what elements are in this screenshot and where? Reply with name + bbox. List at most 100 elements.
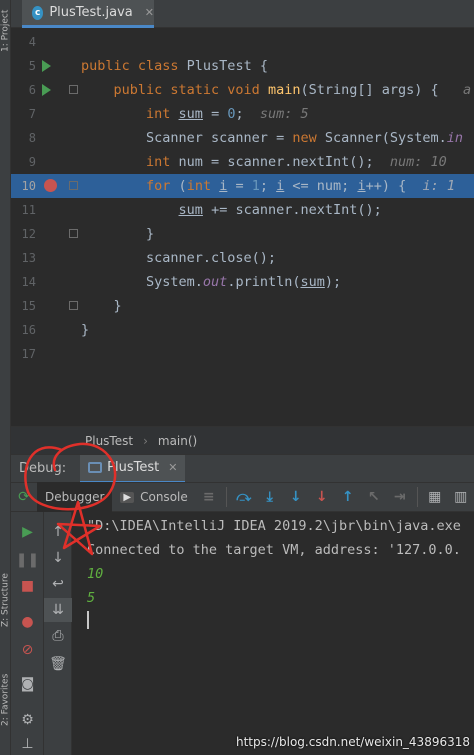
console-icon: ▶ [120,491,135,503]
fold-icon[interactable] [69,181,78,190]
structure-tool-tab[interactable]: Z: Structure [0,560,11,640]
watermark: https://blog.csdn.net/weixin_43896318 [235,735,470,749]
line-number: 10 [21,179,36,193]
fold-icon[interactable] [69,301,78,310]
breakpoint-icon[interactable] [44,179,57,192]
console-user-input: 5 [87,590,96,606]
java-class-icon: c [32,5,44,20]
pin-icon[interactable]: ⊥ [11,732,44,755]
line-number: 4 [28,35,36,49]
favorites-tool-tab[interactable]: 2: Favorites [0,660,11,740]
line-number: 6 [28,83,36,97]
code-text: System.out.println(sum); [81,274,342,290]
step-out-icon[interactable]: ↑ [335,484,361,510]
editor-tab-bar: c PlusTest.java ✕ [11,0,474,28]
chevron-right-icon: › [143,433,148,448]
fold-icon[interactable] [69,85,78,94]
code-line: 8 Scanner scanner = new Scanner(System.i… [11,126,474,150]
code-text: sum += scanner.nextInt(); [178,202,382,218]
tab-debugger[interactable]: Debugger [37,482,113,512]
pause-icon[interactable]: ❚❚ [11,548,44,572]
evaluate-expression-icon[interactable]: ▦ [422,484,448,510]
debugger-tab-label: Debugger [45,490,105,504]
toolbar-separator [225,487,227,507]
code-line: 9 int num = scanner.nextInt(); num: 10 [11,150,474,174]
menu-icon[interactable]: ≡ [196,484,222,510]
debug-actions-bar: ▶ ❚❚ ■ ● ⊘ ◙ ⚙ ⊥ [11,512,44,755]
resume-icon[interactable]: ▶ [11,520,44,544]
trash-icon[interactable]: 🗑 [44,652,72,676]
line-number: 13 [21,251,36,265]
view-breakpoints-icon[interactable]: ● [11,610,44,634]
down-icon[interactable]: ↓ [44,546,72,570]
up-icon[interactable]: ↑ [44,520,72,544]
debug-label: Debug: [19,461,67,476]
code-line: 17 [11,342,474,366]
mute-breakpoints-icon[interactable]: ⊘ [11,638,44,662]
line-number: 16 [21,323,36,337]
step-over-icon[interactable]: ⤓ [257,484,283,510]
step-into-icon[interactable]: ↓ [283,484,309,510]
code-line: 15 } [11,294,474,318]
run-class-icon[interactable] [42,60,51,72]
line-number: 5 [28,59,36,73]
show-execution-point-icon[interactable]: ⤼ [231,484,257,510]
code-text: } [81,226,155,242]
print-icon[interactable]: ⎙ [44,624,72,648]
code-line: 6 public static void main(String[] args)… [11,78,474,102]
line-number: 7 [28,107,36,121]
inline-hint: a [463,82,472,98]
console-line: Connected to the target VM, address: '12… [87,542,461,558]
line-number: 8 [28,131,36,145]
debug-session-tab[interactable]: PlusTest ✕ [80,454,186,483]
line-number: 17 [21,347,36,361]
debug-session-icon [88,462,103,473]
gear-icon[interactable]: ⚙ [11,708,44,732]
stop-icon[interactable]: ■ [11,574,44,598]
console-user-input: 10 [87,566,104,582]
run-main-icon[interactable] [42,84,51,96]
tab-plustest-java[interactable]: c PlusTest.java ✕ [22,0,154,28]
camera-icon[interactable]: ◙ [11,672,44,696]
run-to-cursor-icon[interactable]: ⇥ [387,484,413,510]
line-number: 11 [21,203,36,217]
code-text: Scanner scanner = new Scanner(System.in [81,130,464,146]
close-icon[interactable]: ✕ [168,461,177,474]
code-line: 7 int sum = 0; sum: 5 [11,102,474,126]
rerun-icon[interactable]: ⟳ [11,484,37,510]
project-tool-tab[interactable]: 1: Project [0,0,11,62]
breadcrumb-class[interactable]: PlusTest [85,434,133,448]
settings-grid-icon[interactable]: ▥ [448,484,474,510]
line-number: 15 [21,299,36,313]
left-tool-strip: 1: Project Z: Structure 2: Favorites [0,0,11,755]
tab-label: PlusTest.java [49,5,133,20]
code-text: } [81,322,90,338]
code-text: for (int i = 1; i <= num; i++) { i: 1 [146,178,455,194]
inline-hint: num: 10 [389,154,447,170]
close-icon[interactable]: ✕ [145,6,154,19]
breadcrumb-method[interactable]: main() [158,434,197,448]
code-line: 12 } [11,222,474,246]
force-step-into-icon[interactable]: ↓ [309,484,335,510]
line-number: 9 [28,155,36,169]
inline-hint: i: 1 [422,178,455,194]
drop-frame-icon[interactable]: ↖ [361,484,387,510]
code-editor[interactable]: 4 5 public class PlusTest { 6 public sta… [11,28,474,426]
debug-toolbar: ⟳ Debugger ▶ Console ≡ ⤼ ⤓ ↓ ↓ ↑ ↖ ⇥ ▦ ▥ [11,482,474,512]
debug-session-label: PlusTest [107,460,160,475]
text-cursor [87,611,89,629]
code-line: 14 System.out.println(sum); [11,270,474,294]
inline-hint: sum: 5 [259,106,309,122]
code-text: } [81,298,122,314]
line-number: 12 [21,227,36,241]
tab-console[interactable]: ▶ Console [112,482,195,512]
scroll-to-end-icon[interactable]: ⇊ [44,598,72,622]
debug-tool-window-header: Debug: PlusTest ✕ [11,454,474,483]
soft-wrap-icon[interactable]: ↩ [44,572,72,596]
console-output[interactable]: "D:\IDEA\IntelliJ IDEA 2019.2\jbr\bin\ja… [72,512,474,755]
code-line: 11 sum += scanner.nextInt(); [11,198,474,222]
code-text: int num = scanner.nextInt(); num: 10 [146,154,447,170]
fold-icon[interactable] [69,229,78,238]
current-execution-line: 10 for (int i = 1; i <= num; i++) { i: 1 [11,174,474,198]
toolbar-separator [416,487,418,507]
